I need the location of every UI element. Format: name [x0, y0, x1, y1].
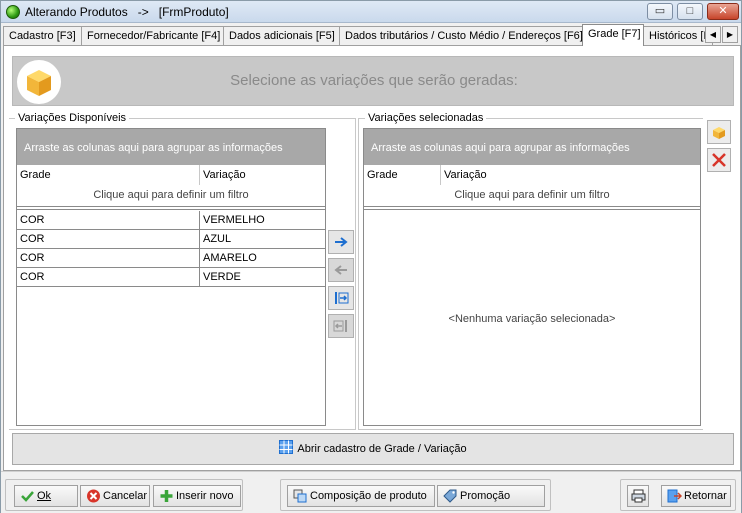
composition-label: Composição de produto: [310, 490, 427, 502]
row-variacao: AMARELO: [199, 249, 325, 268]
table-row[interactable]: COR AZUL: [17, 230, 325, 249]
move-all-right-icon: [335, 292, 349, 304]
selected-col-grade[interactable]: Grade: [364, 165, 440, 185]
move-left-button[interactable]: [328, 258, 354, 282]
promotion-button[interactable]: Promoção: [437, 485, 545, 507]
arrow-right-icon: [335, 237, 348, 247]
row-grade: COR: [20, 233, 45, 245]
header-banner: Selecione as variações que serão geradas…: [12, 56, 734, 106]
footer-group-actions: Ok Cancelar Inserir novo: [5, 479, 243, 511]
table-row[interactable]: COR VERDE: [17, 268, 325, 287]
row-variacao: VERDE: [199, 268, 325, 287]
move-right-button[interactable]: [328, 230, 354, 254]
move-all-right-button[interactable]: [328, 286, 354, 310]
tab-strip: Cadastro [F3] Fornecedor/Fabricante [F4]…: [3, 24, 741, 46]
tab-scroll-right-icon[interactable]: ▶: [722, 26, 738, 43]
row-grade: COR: [20, 214, 45, 226]
cancel-button[interactable]: Cancelar: [80, 485, 150, 507]
available-col-grade[interactable]: Grade: [17, 165, 199, 185]
row-grade: COR: [20, 271, 45, 283]
add-variation-button[interactable]: [707, 120, 731, 144]
tab-dados-tributarios[interactable]: Dados tributários / Custo Médio / Endere…: [339, 26, 583, 45]
grid-separator: [364, 206, 700, 210]
tab-dados-adicionais[interactable]: Dados adicionais [F5]: [223, 26, 340, 45]
open-grade-register-button[interactable]: Abrir cadastro de Grade / Variação: [12, 433, 734, 465]
minimize-button[interactable]: ▭: [647, 3, 673, 20]
row-variacao: AZUL: [199, 230, 325, 249]
selected-group-panel[interactable]: Arraste as colunas aqui para agrupar as …: [364, 129, 700, 165]
tab-cadastro[interactable]: Cadastro [F3]: [3, 26, 82, 45]
selected-title: Variações selecionadas: [365, 112, 487, 124]
insert-new-label: Inserir novo: [176, 490, 234, 502]
app-icon: [6, 5, 20, 19]
table-row[interactable]: COR AMARELO: [17, 249, 325, 268]
delete-x-icon: [712, 153, 726, 167]
tab-grade[interactable]: Grade [F7]: [582, 24, 644, 46]
check-icon: [21, 491, 34, 502]
move-all-left-button[interactable]: [328, 314, 354, 338]
row-variacao: VERMELHO: [199, 211, 325, 230]
window-title: Alterando Produtos -> [FrmProduto]: [25, 5, 229, 19]
tab-scroll-left-icon[interactable]: ◀: [705, 26, 721, 43]
tab-historicos[interactable]: Históricos [I: [643, 26, 713, 45]
printer-icon: [631, 489, 646, 503]
exit-door-icon: [667, 489, 682, 503]
remove-variation-button[interactable]: [707, 148, 731, 172]
selected-col-variacao[interactable]: Variação: [441, 165, 701, 185]
cancel-x-icon: [87, 489, 100, 503]
selected-grid[interactable]: Arraste as colunas aqui para agrupar as …: [363, 128, 701, 426]
return-button[interactable]: Retornar: [661, 485, 731, 507]
ok-label: Ok: [37, 490, 52, 502]
footer-group-nav: Retornar: [620, 479, 736, 511]
title-bar: Alterando Produtos -> [FrmProduto] ▭ □ ✕: [1, 1, 741, 23]
insert-new-button[interactable]: Inserir novo: [153, 485, 241, 507]
arrow-left-icon: [334, 265, 347, 275]
tag-icon: [443, 489, 457, 503]
plus-icon: [160, 490, 173, 502]
tab-fornecedor[interactable]: Fornecedor/Fabricante [F4]: [81, 26, 224, 45]
row-grade: COR: [20, 252, 45, 264]
banner-text: Selecione as variações que serão geradas…: [230, 72, 518, 89]
promotion-label: Promoção: [460, 490, 511, 502]
maximize-button[interactable]: □: [677, 3, 703, 20]
cancel-label: Cancelar: [103, 490, 148, 502]
footer-group-extra: Composição de produto Promoção: [280, 479, 551, 511]
box-add-icon: [713, 127, 725, 139]
table-row[interactable]: COR VERMELHO: [17, 211, 325, 230]
available-filter-row[interactable]: Clique aqui para definir um filtro: [17, 185, 325, 205]
grid-icon: [279, 440, 294, 454]
composition-button[interactable]: Composição de produto: [287, 485, 435, 507]
composition-icon: [293, 489, 307, 503]
close-button[interactable]: ✕: [707, 3, 739, 20]
available-group-panel[interactable]: Arraste as colunas aqui para agrupar as …: [17, 129, 325, 165]
selected-filter-row[interactable]: Clique aqui para definir um filtro: [364, 185, 700, 205]
product-window: Alterando Produtos -> [FrmProduto] ▭ □ ✕…: [0, 0, 742, 513]
ok-button[interactable]: Ok: [14, 485, 78, 507]
empty-message: <Nenhuma variação selecionada>: [448, 313, 616, 325]
open-grade-register-label: Abrir cadastro de Grade / Variação: [297, 443, 467, 455]
move-all-left-icon: [333, 320, 347, 332]
print-button[interactable]: [627, 485, 649, 507]
available-grid[interactable]: Arraste as colunas aqui para agrupar as …: [16, 128, 326, 426]
grid-separator: [17, 206, 325, 210]
footer-bar: Ok Cancelar Inserir novo Composição de p…: [1, 471, 741, 513]
box-icon: [17, 60, 61, 104]
grade-tab-page: Selecione as variações que serão geradas…: [3, 45, 741, 471]
available-title: Variações Disponíveis: [15, 112, 130, 124]
return-label: Retornar: [684, 490, 727, 502]
available-col-variacao[interactable]: Variação: [200, 165, 326, 185]
